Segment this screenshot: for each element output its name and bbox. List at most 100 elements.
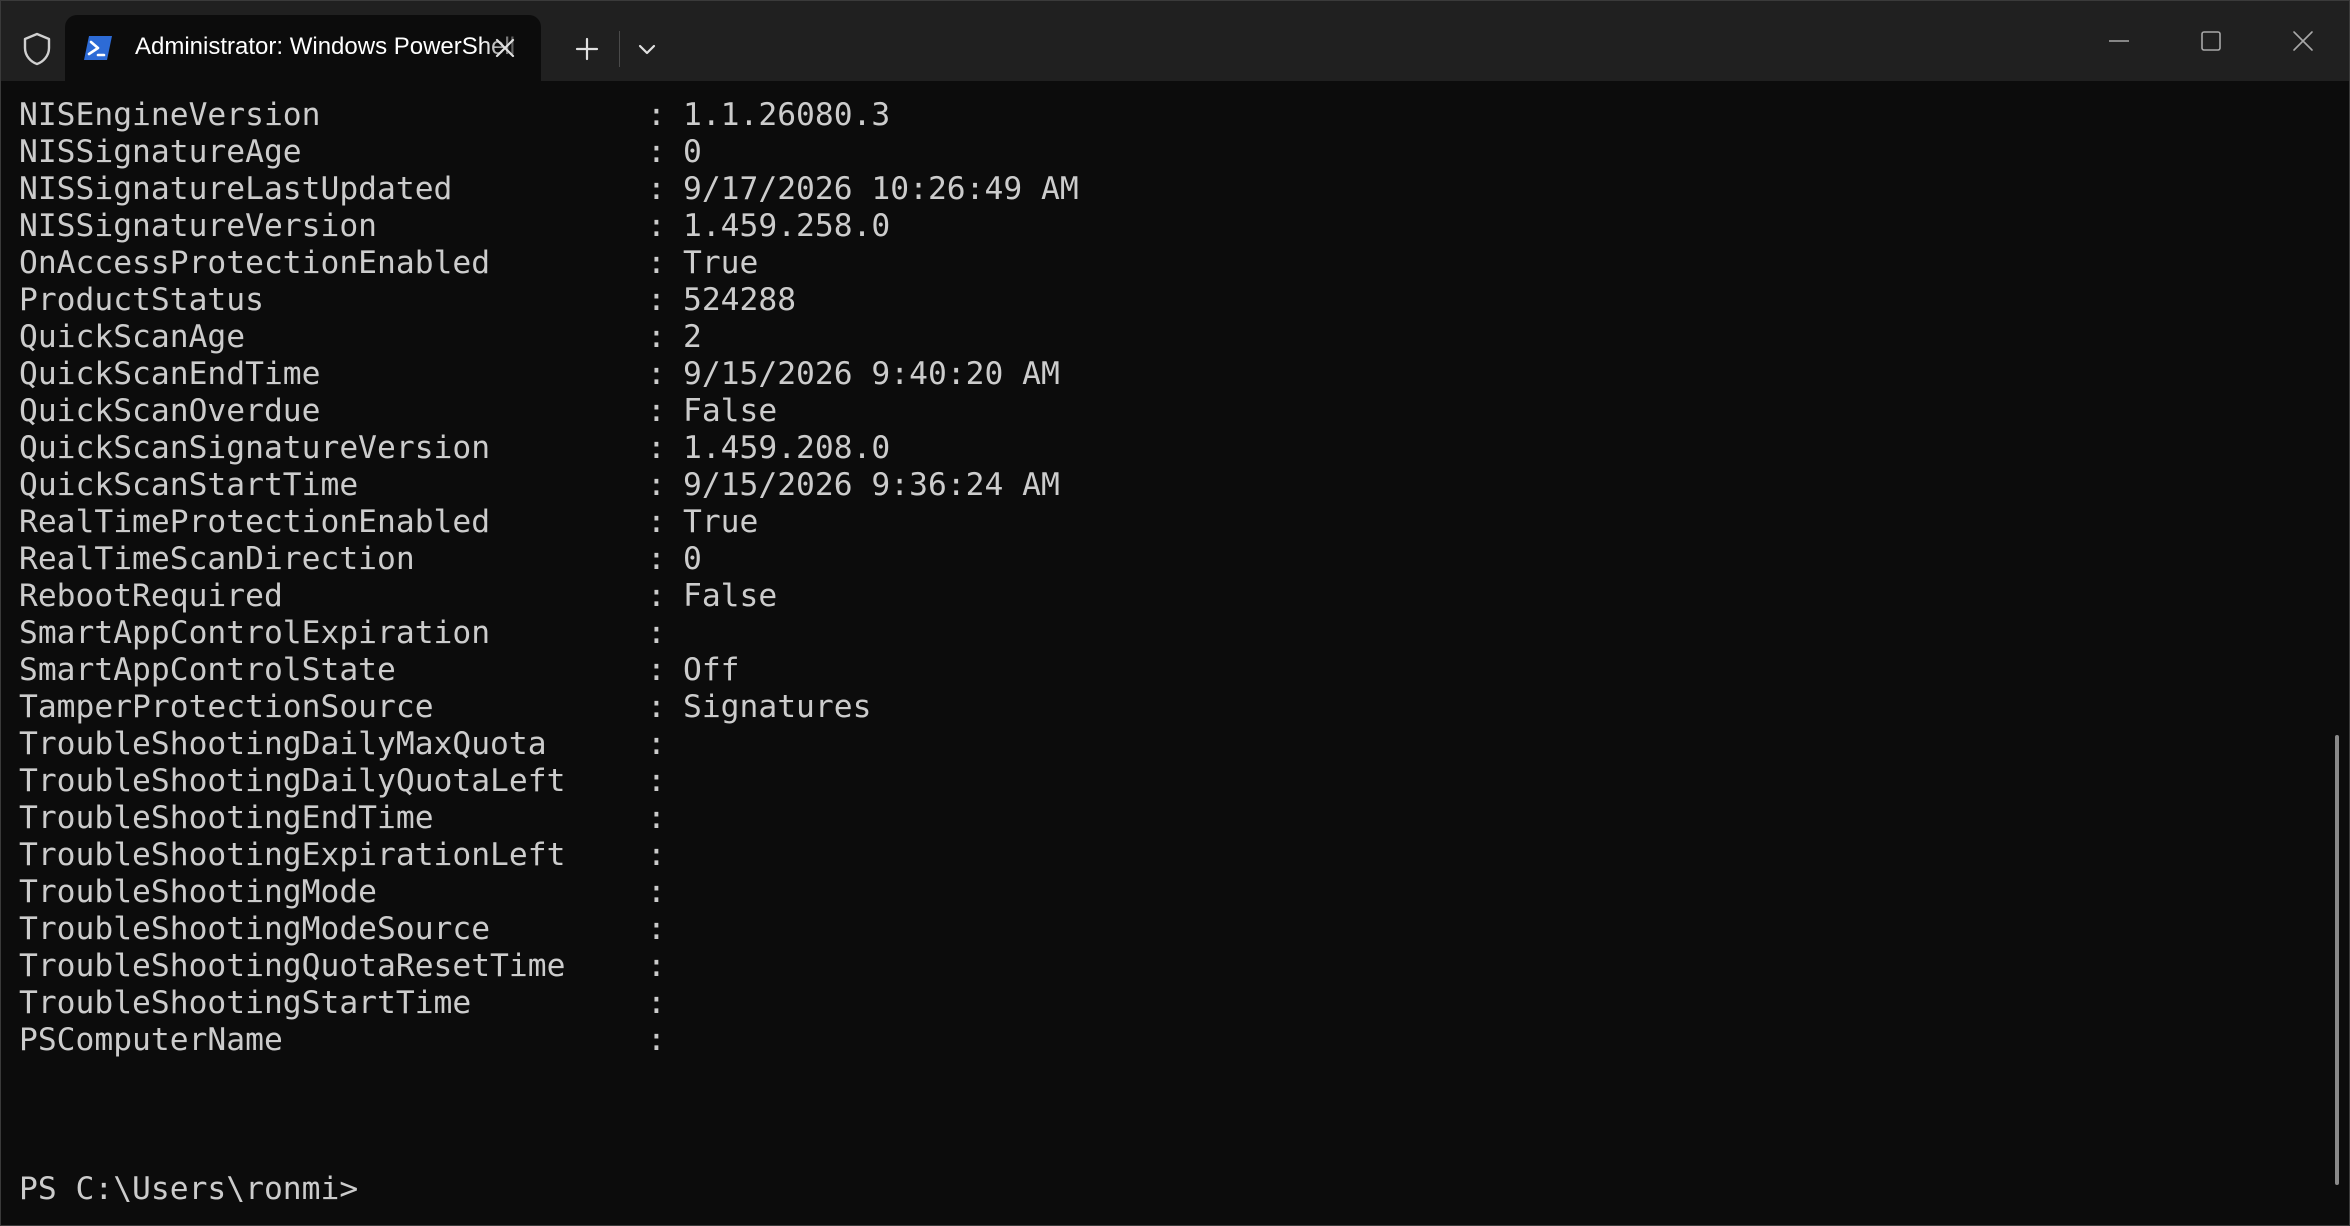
output-row: NISEngineVersion:1.1.26080.3 <box>19 97 2309 134</box>
property-value: 9/15/2026 9:36:24 AM <box>683 467 1060 503</box>
property-name: RealTimeProtectionEnabled <box>19 504 491 540</box>
property-value: 524288 <box>683 282 797 318</box>
output-row: TroubleShootingStartTime: <box>19 985 2309 1022</box>
property-name: TamperProtectionSource <box>19 689 434 725</box>
property-value: 1.459.208.0 <box>683 430 891 466</box>
terminal-output[interactable]: NISEngineVersion:1.1.26080.3 NISSignatur… <box>19 97 2309 1217</box>
property-name: TroubleShootingMode <box>19 874 378 910</box>
property-name: RebootRequired <box>19 578 283 614</box>
property-name: SmartAppControlState <box>19 652 396 688</box>
property-name: TroubleShootingStartTime <box>19 985 472 1021</box>
property-value: False <box>683 393 778 429</box>
property-name: SmartAppControlExpiration <box>19 615 491 651</box>
property-value: 1.1.26080.3 <box>683 97 891 133</box>
separator: : <box>647 652 666 688</box>
separator: : <box>647 911 666 947</box>
output-row: TroubleShootingQuotaResetTime: <box>19 948 2309 985</box>
output-row: PSComputerName: <box>19 1022 2309 1059</box>
property-name: ProductStatus <box>19 282 264 318</box>
property-name: TroubleShootingEndTime <box>19 800 434 836</box>
shield-icon[interactable] <box>13 25 61 73</box>
separator: : <box>647 1022 666 1058</box>
separator: : <box>647 282 666 318</box>
close-icon[interactable] <box>2269 11 2337 71</box>
property-value: 2 <box>683 319 702 355</box>
output-row: TroubleShootingEndTime: <box>19 800 2309 837</box>
scrollbar[interactable] <box>2335 735 2339 1185</box>
output-row: QuickScanOverdue: False <box>19 393 2309 430</box>
property-name: NISSignatureVersion <box>19 208 378 244</box>
property-name: NISSignatureAge <box>19 134 302 170</box>
output-row: QuickScanEndTime:9/15/2026 9:40:20 AM <box>19 356 2309 393</box>
output-row: SmartAppControlState: Off <box>19 652 2309 689</box>
output-row: TroubleShootingMode: <box>19 874 2309 911</box>
property-value: 9/15/2026 9:40:20 AM <box>683 356 1060 392</box>
output-row: QuickScanAge:2 <box>19 319 2309 356</box>
separator: : <box>647 800 666 836</box>
output-row: SmartAppControlExpiration: <box>19 615 2309 652</box>
property-name: TroubleShootingDailyMaxQuota <box>19 726 547 762</box>
output-row: TroubleShootingDailyQuotaLeft: <box>19 763 2309 800</box>
separator: : <box>647 874 666 910</box>
output-row: NISSignatureVersion:1.459.258.0 <box>19 208 2309 245</box>
separator: : <box>647 985 666 1021</box>
plus-icon[interactable] <box>567 29 607 69</box>
property-name: OnAccessProtectionEnabled <box>19 245 491 281</box>
separator: : <box>647 393 666 429</box>
separator: : <box>647 837 666 873</box>
separator: : <box>647 97 666 133</box>
separator: : <box>647 726 666 762</box>
property-name: TroubleShootingQuotaResetTime <box>19 948 566 984</box>
separator: : <box>647 541 666 577</box>
output-row: RealTimeProtectionEnabled: True <box>19 504 2309 541</box>
minimize-icon[interactable] <box>2085 11 2153 71</box>
property-value: 0 <box>683 134 702 170</box>
property-name: QuickScanSignatureVersion <box>19 430 491 466</box>
output-row: NISSignatureAge:0 <box>19 134 2309 171</box>
separator: : <box>647 134 666 170</box>
property-value: 0 <box>683 541 702 577</box>
output-row: NISSignatureLastUpdated:9/17/2026 10:26:… <box>19 171 2309 208</box>
separator: : <box>647 208 666 244</box>
command-prompt[interactable]: PS C:\Users\ronmi> <box>19 1171 358 1208</box>
chevron-down-icon[interactable] <box>627 29 667 69</box>
output-row: TamperProtectionSource: Signatures <box>19 689 2309 726</box>
terminal-window: Administrator: Windows PowerShell NISEng… <box>0 0 2350 1226</box>
property-name: QuickScanAge <box>19 319 246 355</box>
property-name: NISSignatureLastUpdated <box>19 171 453 207</box>
tab-close-icon[interactable] <box>489 32 521 64</box>
property-value: 1.459.258.0 <box>683 208 891 244</box>
output-row: QuickScanStartTime:9/15/2026 9:36:24 AM <box>19 467 2309 504</box>
maximize-icon[interactable] <box>2177 11 2245 71</box>
output-row: TroubleShootingDailyMaxQuota: <box>19 726 2309 763</box>
property-name: RealTimeScanDirection <box>19 541 415 577</box>
property-name: QuickScanOverdue <box>19 393 321 429</box>
separator: : <box>647 578 666 614</box>
output-row: TroubleShootingModeSource: <box>19 911 2309 948</box>
output-row: OnAccessProtectionEnabled: True <box>19 245 2309 282</box>
tab-title: Administrator: Windows PowerShell <box>135 33 516 60</box>
separator: : <box>647 319 666 355</box>
output-row: QuickScanSignatureVersion:1.459.208.0 <box>19 430 2309 467</box>
output-row: TroubleShootingExpirationLeft: <box>19 837 2309 874</box>
property-name: PSComputerName <box>19 1022 283 1058</box>
property-value: True <box>683 245 759 281</box>
separator: : <box>647 763 666 799</box>
output-row: ProductStatus:524288 <box>19 282 2309 319</box>
property-name: TroubleShootingDailyQuotaLeft <box>19 763 566 799</box>
separator: : <box>647 430 666 466</box>
property-name: QuickScanEndTime <box>19 356 321 392</box>
property-name: TroubleShootingModeSource <box>19 911 491 947</box>
tab-separator <box>619 31 620 67</box>
property-value: False <box>683 578 778 614</box>
separator: : <box>647 467 666 503</box>
separator: : <box>647 615 666 651</box>
separator: : <box>647 245 666 281</box>
separator: : <box>647 689 666 725</box>
output-row: RebootRequired: False <box>19 578 2309 615</box>
title-bar[interactable]: Administrator: Windows PowerShell <box>1 1 2349 81</box>
property-name: NISEngineVersion <box>19 97 321 133</box>
tab-powershell[interactable]: Administrator: Windows PowerShell <box>65 15 541 81</box>
property-value: True <box>683 504 759 540</box>
property-name: QuickScanStartTime <box>19 467 359 503</box>
